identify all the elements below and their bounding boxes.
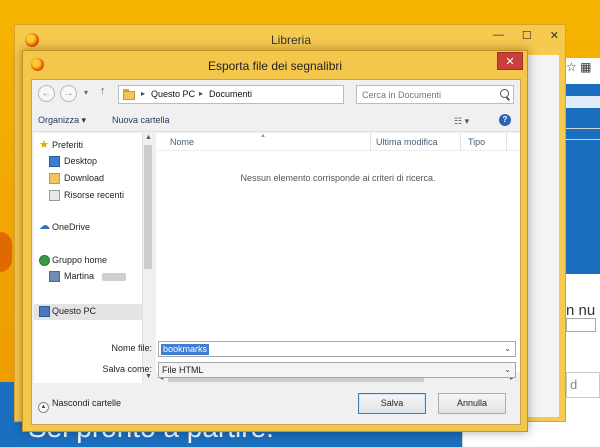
new-folder-button[interactable]: Nuova cartella — [112, 115, 170, 125]
scrollbar-thumb[interactable] — [144, 145, 152, 269]
chevron-up-icon: ▲ — [38, 402, 49, 413]
nav-item-onedrive[interactable]: ☁ OneDrive — [34, 221, 142, 235]
column-divider[interactable] — [460, 133, 461, 151]
save-as-value: File HTML — [162, 365, 204, 375]
dialog-toolbar: Organizza ▾ Nuova cartella ☷ ▾ ? — [32, 110, 520, 132]
sort-ascending-icon: ▲ — [260, 133, 266, 139]
column-name[interactable]: Nome — [170, 137, 194, 147]
filename-input[interactable]: bookmarks ⌄ — [158, 341, 516, 357]
breadcrumb-separator-icon[interactable]: ▸ — [199, 89, 203, 98]
browser-toolbar-icons: ☆ ▦ — [566, 60, 600, 78]
empty-message: Nessun elemento corrisponde ai criteri d… — [240, 173, 436, 183]
chevron-down-icon[interactable]: ⌄ — [504, 365, 511, 374]
recent-places-icon — [49, 190, 60, 201]
browser-page-divider — [566, 128, 600, 140]
library-title: Libreria — [270, 33, 312, 47]
star-icon: ★ — [39, 139, 49, 151]
minimize-icon[interactable]: — — [493, 29, 504, 45]
cancel-button[interactable]: Annulla — [438, 393, 506, 414]
user-icon — [49, 271, 60, 282]
nav-item-label: Preferiti — [52, 140, 84, 150]
save-as-label: Salva come: — [102, 364, 152, 374]
nav-item-homegroup[interactable]: Gruppo home — [34, 254, 142, 268]
breadcrumb-this-pc[interactable]: Questo PC — [151, 89, 195, 99]
save-as-select[interactable]: File HTML ⌄ — [158, 362, 516, 378]
nav-item-this-pc[interactable]: Questo PC — [34, 304, 142, 320]
browser-page-bar — [566, 96, 600, 108]
file-list-header: ▲ Nome Ultima modifica Tipo — [156, 133, 520, 151]
filename-row: Nome file: bookmarks ⌄ — [32, 341, 520, 357]
address-bar[interactable]: ▸ Questo PC ▸ Documenti ▾ ⟳ — [118, 85, 423, 104]
hide-folders-label: Nascondi cartelle — [52, 398, 122, 408]
nav-item-user[interactable]: Martina — [34, 270, 142, 284]
homegroup-icon — [39, 255, 50, 266]
browser-page-input[interactable] — [566, 318, 596, 332]
nav-item-favorites[interactable]: ★ Preferiti — [34, 139, 142, 153]
filename-value[interactable]: bookmarks — [161, 344, 210, 355]
nav-item-download[interactable]: Download — [34, 172, 142, 186]
close-icon[interactable]: ✕ — [550, 29, 559, 45]
nav-item-desktop[interactable]: Desktop — [34, 155, 142, 169]
navigation-row: ← → ▾ ↑ ▸ Questo PC ▸ Documenti ▾ ⟳ — [32, 80, 520, 110]
breadcrumb-documents[interactable]: Documenti — [209, 89, 252, 99]
hide-folders-toggle[interactable]: ▲ Nascondi cartelle — [38, 398, 121, 413]
background-swoosh — [0, 232, 12, 272]
save-as-row: Salva come: File HTML ⌄ — [32, 362, 520, 378]
clipboard-icon[interactable]: ▦ — [580, 60, 591, 74]
up-arrow-icon[interactable]: ↑ — [100, 85, 106, 97]
redacted-name — [102, 273, 126, 281]
filename-label: Nome file: — [111, 343, 152, 353]
search-box[interactable] — [356, 85, 514, 104]
dialog-footer: ▲ Nascondi cartelle Salva Annulla — [32, 384, 520, 424]
column-divider[interactable] — [506, 133, 507, 151]
nav-item-label: Risorse recenti — [64, 190, 125, 200]
forward-arrow-icon[interactable]: → — [60, 85, 77, 102]
star-icon[interactable]: ☆ — [566, 60, 577, 74]
nav-item-label: Questo PC — [52, 306, 97, 316]
browser-page-field[interactable]: d — [566, 372, 600, 398]
search-icon[interactable] — [500, 89, 509, 98]
computer-icon — [39, 306, 50, 317]
column-type[interactable]: Tipo — [468, 137, 485, 147]
download-folder-icon — [49, 173, 60, 184]
recent-locations-chevron-icon[interactable]: ▾ — [84, 88, 88, 97]
nav-item-label: Download — [64, 173, 105, 183]
scroll-up-icon[interactable]: ▲ — [145, 134, 152, 141]
save-button[interactable]: Salva — [358, 393, 426, 414]
column-divider[interactable] — [370, 133, 371, 151]
cloud-icon: ☁ — [39, 220, 50, 232]
chevron-down-icon[interactable]: ⌄ — [504, 344, 511, 353]
nav-item-label: Martina — [64, 271, 95, 281]
dialog-close-button[interactable]: ✕ — [497, 52, 523, 70]
breadcrumb-separator-icon[interactable]: ▸ — [141, 89, 145, 98]
maximize-icon[interactable]: ☐ — [522, 29, 532, 45]
organize-menu[interactable]: Organizza ▾ — [38, 115, 86, 126]
nav-item-recent[interactable]: Risorse recenti — [34, 189, 142, 203]
search-input[interactable] — [357, 86, 497, 103]
desktop-icon — [49, 156, 60, 167]
column-modified[interactable]: Ultima modifica — [376, 137, 438, 147]
help-icon[interactable]: ? — [499, 114, 511, 126]
browser-page-blue-panel — [566, 84, 600, 274]
nav-item-label: OneDrive — [52, 222, 91, 232]
dialog-body: ← → ▾ ↑ ▸ Questo PC ▸ Documenti ▾ ⟳ Orga… — [31, 79, 521, 425]
view-options-icon[interactable]: ☷ ▾ — [454, 116, 469, 127]
folder-icon — [123, 89, 135, 100]
library-window-controls: — ☐ ✕ — [493, 29, 559, 45]
dialog-title: Esporta file dei segnalibri — [207, 59, 343, 73]
browser-page-heading: n nu — [566, 302, 596, 319]
export-bookmarks-dialog: Esporta file dei segnalibri ✕ ← → ▾ ↑ ▸ … — [22, 50, 528, 432]
back-arrow-icon[interactable]: ← — [38, 85, 55, 102]
dialog-titlebar[interactable]: Esporta file dei segnalibri ✕ — [23, 51, 527, 79]
nav-item-label: Desktop — [64, 156, 98, 166]
nav-item-label: Gruppo home — [52, 255, 108, 265]
